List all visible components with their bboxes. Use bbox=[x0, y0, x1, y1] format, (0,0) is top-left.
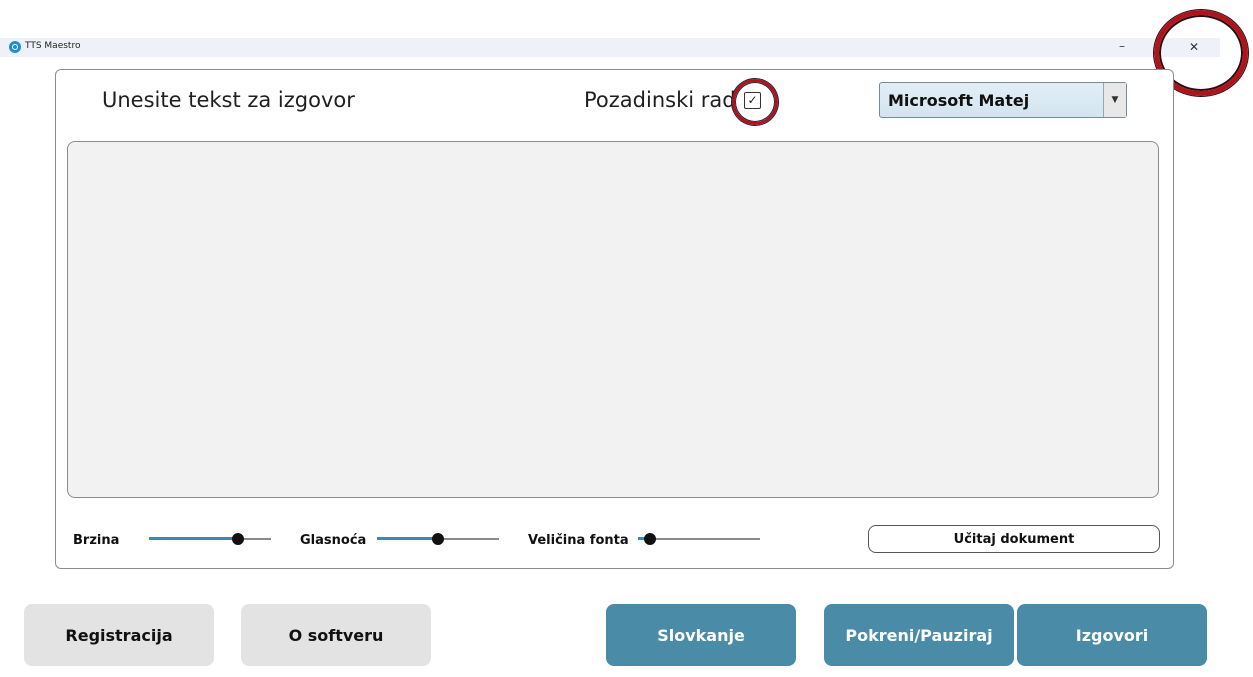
slider-fill bbox=[149, 537, 239, 540]
volume-label: Glasnoća bbox=[300, 533, 367, 548]
chevron-down-icon[interactable]: ▼ bbox=[1103, 83, 1126, 117]
slider-fill bbox=[377, 537, 438, 540]
slider-thumb[interactable] bbox=[644, 533, 657, 545]
voice-selected-value: Microsoft Matej bbox=[888, 91, 1030, 110]
background-mode-label: Pozadinski rad bbox=[584, 88, 736, 112]
speed-slider[interactable] bbox=[149, 532, 271, 546]
text-prompt-heading: Unesite tekst za izgovor bbox=[102, 88, 355, 112]
voice-dropdown[interactable]: Microsoft Matej ▼ bbox=[879, 82, 1127, 118]
minimize-button[interactable]: – bbox=[1119, 39, 1125, 53]
slider-thumb[interactable] bbox=[432, 533, 444, 545]
app-logo-icon bbox=[9, 41, 21, 53]
window-title: TTS Maestro bbox=[25, 41, 81, 51]
about-button[interactable]: O softveru bbox=[241, 604, 431, 666]
volume-slider[interactable] bbox=[377, 532, 499, 546]
checkbox-highlight-ring bbox=[732, 79, 778, 125]
text-input-area[interactable] bbox=[67, 141, 1159, 498]
slider-track bbox=[638, 538, 760, 540]
spell-button[interactable]: Slovkanje bbox=[606, 604, 796, 666]
title-bar: TTS Maestro – ✕ bbox=[0, 38, 1220, 57]
register-button[interactable]: Registracija bbox=[24, 604, 214, 666]
load-document-button[interactable]: Učitaj dokument bbox=[868, 525, 1160, 553]
speak-button[interactable]: Izgovori bbox=[1017, 604, 1207, 666]
start-pause-button[interactable]: Pokreni/Pauziraj bbox=[824, 604, 1014, 666]
speed-label: Brzina bbox=[73, 533, 120, 548]
font-size-label: Veličina fonta bbox=[528, 533, 629, 548]
font-size-slider[interactable] bbox=[638, 532, 760, 546]
slider-thumb[interactable] bbox=[232, 533, 245, 545]
